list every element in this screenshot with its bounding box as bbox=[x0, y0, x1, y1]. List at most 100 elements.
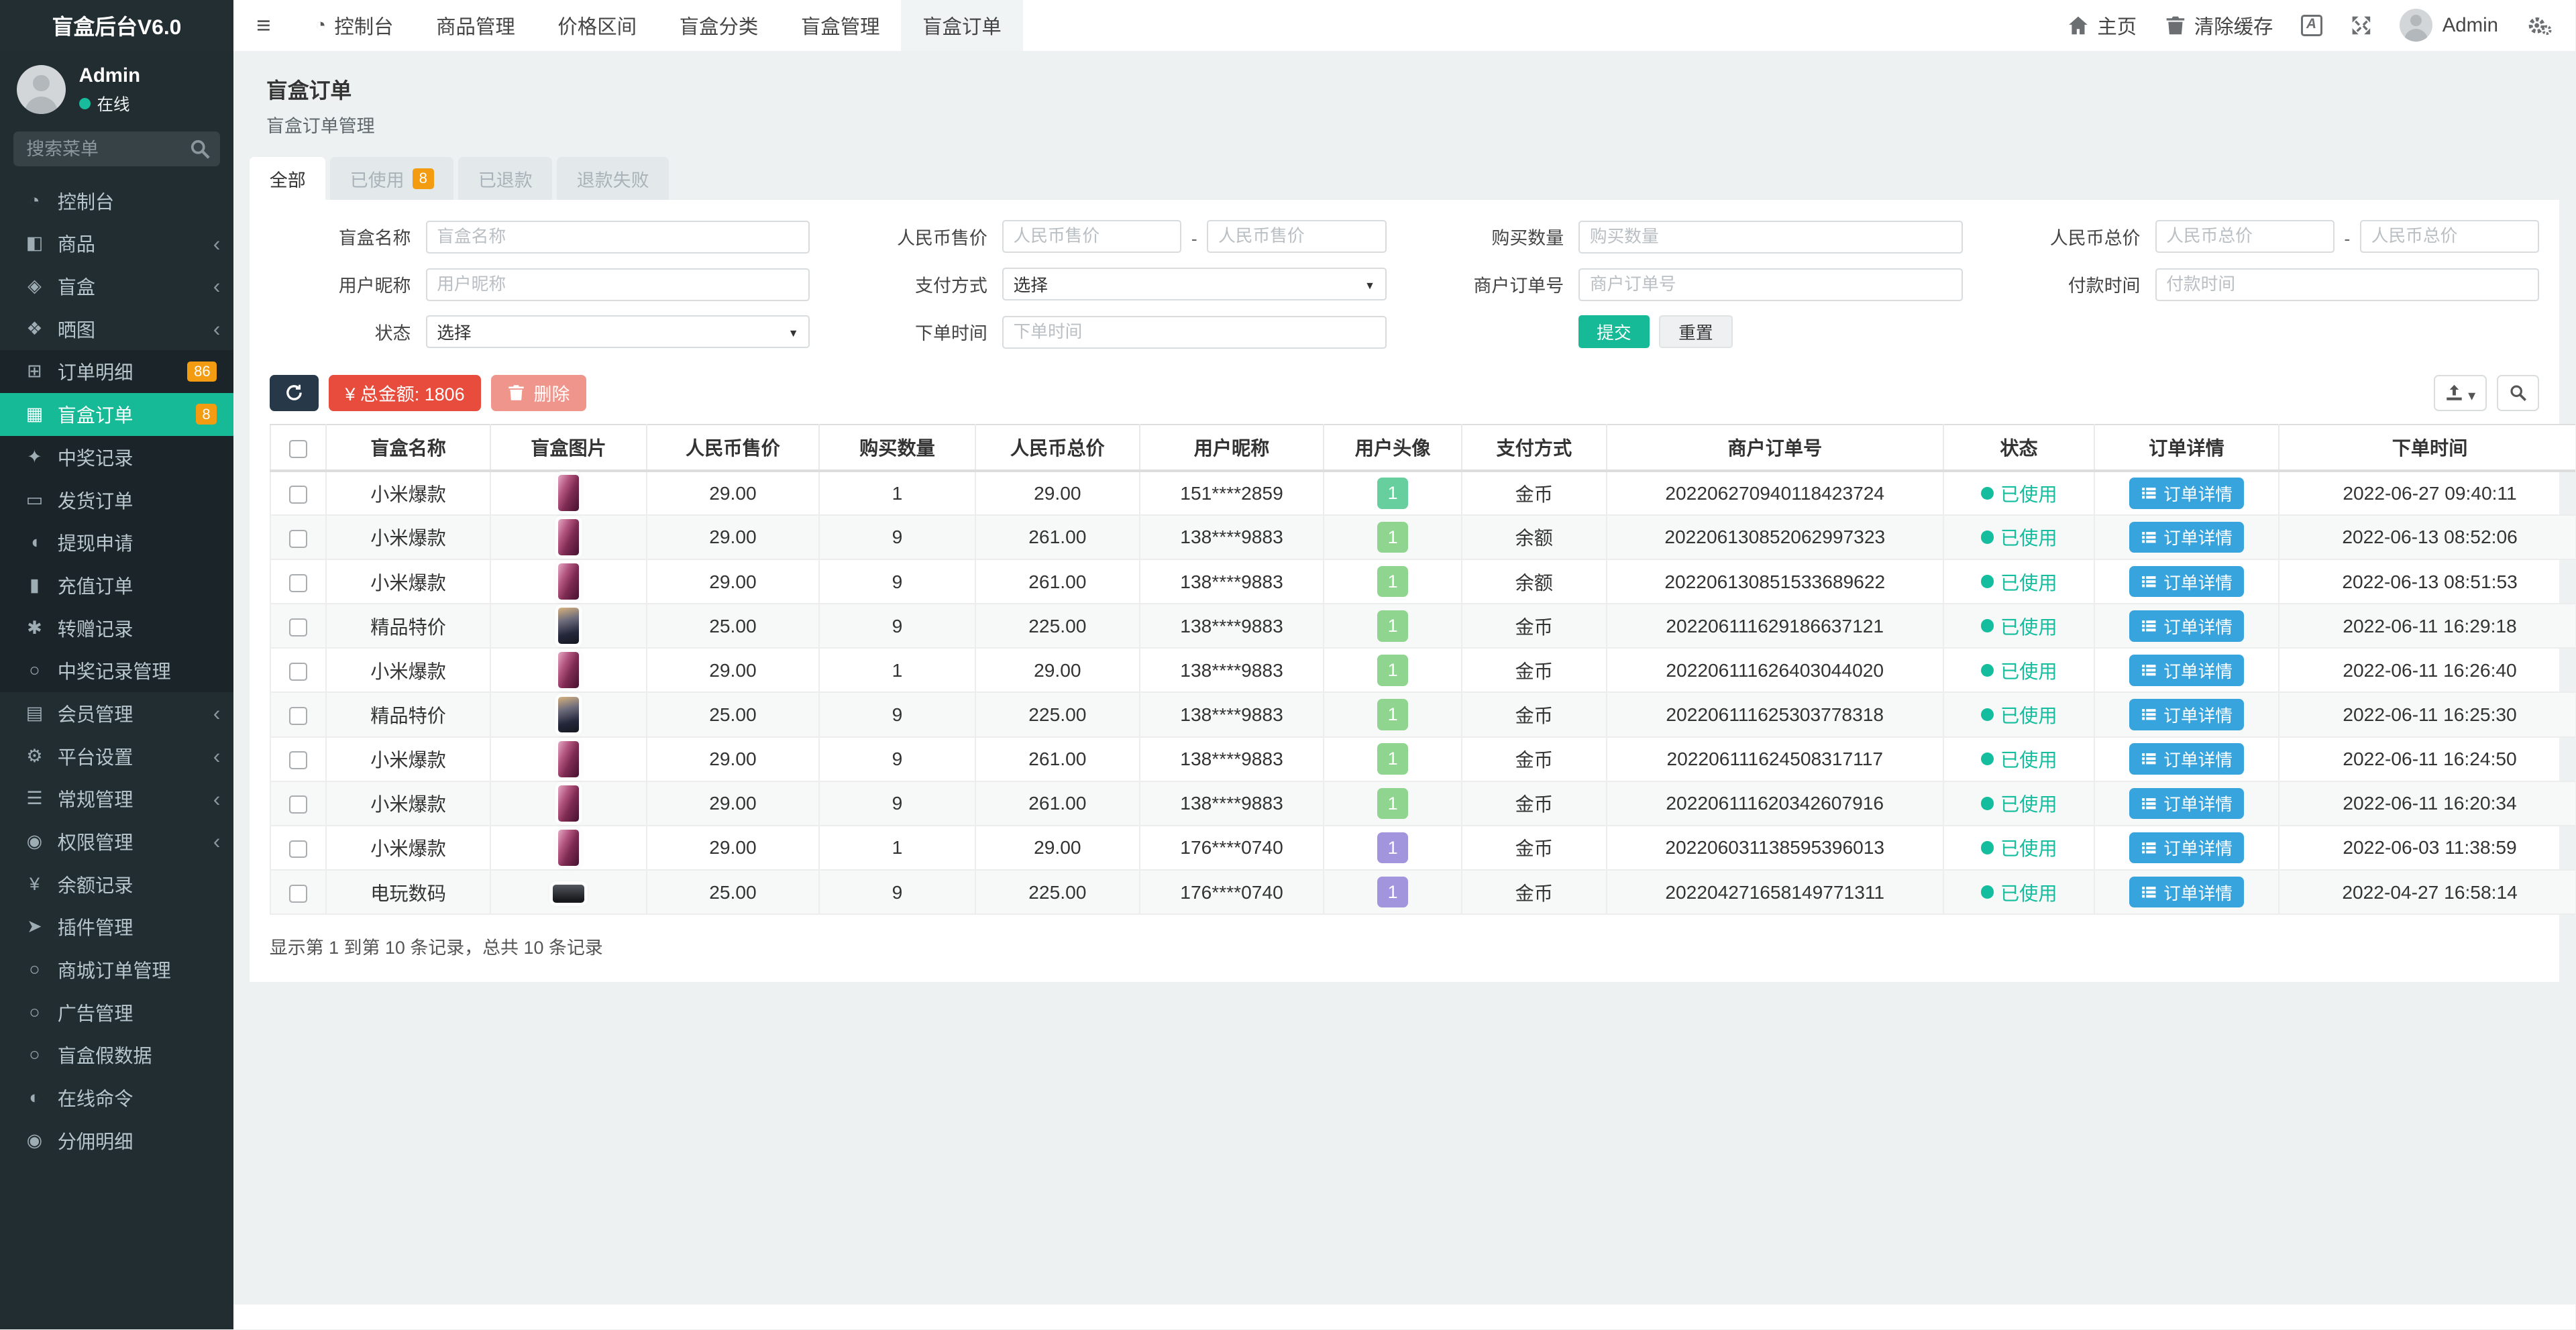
filter-input[interactable] bbox=[1578, 221, 1963, 254]
fullscreen-button[interactable] bbox=[2351, 15, 2372, 36]
column-header[interactable]: 订单详情 bbox=[2094, 425, 2278, 471]
order-detail-button[interactable]: 订单详情 bbox=[2129, 788, 2244, 820]
row-checkbox[interactable] bbox=[289, 574, 307, 592]
avatar-cell: 1 bbox=[1324, 781, 1462, 826]
row-checkbox[interactable] bbox=[289, 707, 307, 725]
filter-input[interactable] bbox=[1002, 316, 1387, 349]
topnav-item[interactable]: 盲盒分类 bbox=[658, 0, 780, 51]
sidebar-item[interactable]: 余额记录 bbox=[0, 863, 233, 905]
column-header[interactable]: 人民币售价 bbox=[647, 425, 819, 471]
column-header[interactable]: 状态 bbox=[1943, 425, 2094, 471]
order-detail-button[interactable]: 订单详情 bbox=[2129, 877, 2244, 908]
column-header[interactable]: 购买数量 bbox=[819, 425, 975, 471]
settings-button[interactable] bbox=[2526, 15, 2553, 36]
delete-button[interactable]: 删除 bbox=[491, 375, 586, 411]
topnav-item[interactable]: 盲盒订单 bbox=[901, 0, 1022, 51]
home-link[interactable]: 主页 bbox=[2068, 11, 2137, 40]
row-checkbox[interactable] bbox=[289, 840, 307, 858]
sidebar-item[interactable]: 盲盒 bbox=[0, 265, 233, 308]
order-detail-button[interactable]: 订单详情 bbox=[2129, 566, 2244, 598]
column-header[interactable]: 盲盒图片 bbox=[490, 425, 647, 471]
filter-input[interactable] bbox=[1578, 268, 1963, 301]
topnav-item[interactable]: 商品管理 bbox=[415, 0, 536, 51]
status-cell: 已使用 bbox=[1943, 826, 2094, 870]
order-detail-button[interactable]: 订单详情 bbox=[2129, 699, 2244, 730]
search-toggle-button[interactable] bbox=[2497, 375, 2540, 411]
sidebar-item[interactable]: 控制台 bbox=[0, 179, 233, 222]
row-checkbox[interactable] bbox=[289, 530, 307, 548]
sidebar-item[interactable]: 转赠记录 bbox=[0, 606, 233, 649]
list-icon bbox=[2141, 840, 2157, 856]
column-header[interactable]: 盲盒名称 bbox=[326, 425, 490, 471]
language-button[interactable] bbox=[2301, 15, 2322, 36]
tab[interactable]: 已退款 bbox=[458, 157, 552, 200]
sidebar-item[interactable]: 商城订单管理 bbox=[0, 948, 233, 991]
sidebar-item[interactable]: 盲盒订单 8 bbox=[0, 393, 233, 436]
sidebar-item[interactable]: 插件管理 bbox=[0, 905, 233, 948]
row-checkbox[interactable] bbox=[289, 885, 307, 903]
order-detail-button[interactable]: 订单详情 bbox=[2129, 743, 2244, 775]
sidebar-item[interactable]: 平台设置 bbox=[0, 734, 233, 777]
filter-input[interactable] bbox=[426, 221, 810, 254]
filter-select[interactable]: 选择 bbox=[1002, 268, 1387, 300]
filter-range-max[interactable] bbox=[1207, 220, 1386, 253]
sidebar-item[interactable]: 常规管理 bbox=[0, 777, 233, 820]
sidebar-item[interactable]: 充值订单 bbox=[0, 564, 233, 607]
status-dot-icon bbox=[1981, 753, 1994, 766]
row-checkbox[interactable] bbox=[289, 618, 307, 636]
column-header[interactable]: 用户昵称 bbox=[1140, 425, 1324, 471]
row-checkbox[interactable] bbox=[289, 486, 307, 504]
sidebar-item[interactable]: 盲盒假数据 bbox=[0, 1034, 233, 1076]
filter-input[interactable] bbox=[2155, 268, 2540, 301]
tab[interactable]: 已使用 8 bbox=[330, 157, 453, 200]
list-icon bbox=[2141, 618, 2157, 634]
filter-range-min[interactable] bbox=[2155, 220, 2334, 253]
order-detail-button[interactable]: 订单详情 bbox=[2129, 522, 2244, 553]
column-header[interactable]: 下单时间 bbox=[2279, 425, 2576, 471]
menu-toggle-icon[interactable] bbox=[233, 0, 294, 51]
filter-range-min[interactable] bbox=[1002, 220, 1181, 253]
topnav-item[interactable]: 控制台 bbox=[294, 0, 415, 51]
clear-cache-link[interactable]: 清除缓存 bbox=[2165, 11, 2273, 40]
refresh-button[interactable] bbox=[270, 375, 319, 411]
sidebar-item[interactable]: 订单明细 86 bbox=[0, 350, 233, 393]
tab[interactable]: 全部 bbox=[250, 157, 325, 200]
sidebar-item[interactable]: 提现申请 bbox=[0, 521, 233, 564]
sidebar-item[interactable]: 晒图 bbox=[0, 307, 233, 350]
filter-input[interactable] bbox=[426, 268, 810, 301]
reset-button[interactable]: 重置 bbox=[1659, 315, 1732, 348]
filter-select[interactable]: 选择 bbox=[426, 315, 810, 348]
column-header[interactable]: 用户头像 bbox=[1324, 425, 1462, 471]
sidebar-item[interactable]: 中奖记录管理 bbox=[0, 649, 233, 692]
topnav-item[interactable]: 盲盒管理 bbox=[780, 0, 901, 51]
sidebar-item[interactable]: 发货订单 bbox=[0, 478, 233, 521]
row-checkbox[interactable] bbox=[289, 751, 307, 769]
sidebar-item[interactable]: 商品 bbox=[0, 222, 233, 265]
row-checkbox[interactable] bbox=[289, 663, 307, 681]
submit-button[interactable]: 提交 bbox=[1578, 315, 1649, 348]
goods-icon bbox=[21, 233, 48, 254]
total-amount-button[interactable]: ¥ 总金额: 1806 bbox=[329, 375, 481, 411]
order-detail-button[interactable]: 订单详情 bbox=[2129, 832, 2244, 864]
select-all-checkbox[interactable] bbox=[289, 440, 307, 458]
column-header[interactable]: 商户订单号 bbox=[1607, 425, 1943, 471]
row-checkbox[interactable] bbox=[289, 795, 307, 814]
sidebar-item[interactable]: 在线命令 bbox=[0, 1076, 233, 1119]
user-menu[interactable]: Admin bbox=[2400, 9, 2498, 42]
topnav-item[interactable]: 价格区间 bbox=[537, 0, 658, 51]
detail-cell: 订单详情 bbox=[2094, 648, 2278, 692]
order-detail-button[interactable]: 订单详情 bbox=[2129, 478, 2244, 509]
order-detail-button[interactable]: 订单详情 bbox=[2129, 655, 2244, 686]
tab[interactable]: 退款失败 bbox=[557, 157, 669, 200]
export-button[interactable] bbox=[2434, 375, 2487, 411]
sidebar-item[interactable]: 广告管理 bbox=[0, 991, 233, 1034]
order-detail-button[interactable]: 订单详情 bbox=[2129, 610, 2244, 642]
filter-range-max[interactable] bbox=[2360, 220, 2539, 253]
sidebar-item[interactable]: 权限管理 bbox=[0, 820, 233, 863]
user-name: Admin bbox=[2443, 14, 2498, 37]
sidebar-item[interactable]: 中奖记录 bbox=[0, 436, 233, 479]
column-header[interactable]: 人民币总价 bbox=[975, 425, 1140, 471]
sidebar-item[interactable]: 分佣明细 bbox=[0, 1119, 233, 1162]
sidebar-item[interactable]: 会员管理 bbox=[0, 692, 233, 735]
column-header[interactable]: 支付方式 bbox=[1462, 425, 1607, 471]
